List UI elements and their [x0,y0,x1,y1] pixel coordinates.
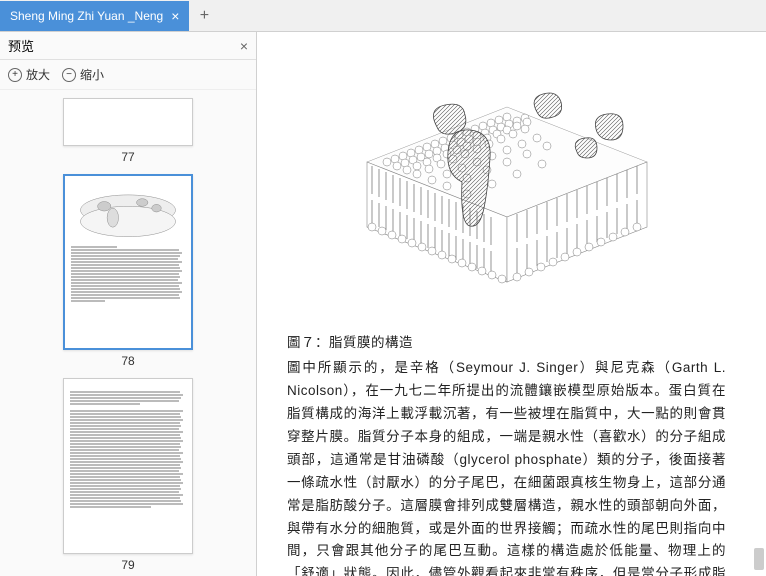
page-thumbnail-78[interactable] [63,174,193,350]
thumbnail-item[interactable]: 78 [0,174,256,368]
zoom-out-icon: − [62,68,76,82]
zoom-in-button[interactable]: + 放大 [8,66,50,83]
figure-title: 圖７：脂質膜的構造 [287,332,726,355]
page-78: 圖７：脂質膜的構造 圖中所顯示的，是辛格（Seymour J. Singer）與… [257,32,766,576]
page-thumbnail-79[interactable] [63,378,193,554]
sidebar-header: 预览 × [0,32,256,60]
thumbnail-list[interactable]: 77 [0,90,256,576]
thumbnail-item[interactable]: 79 [0,378,256,572]
sidebar-title: 预览 [8,36,34,55]
figure-caption-body: 圖中所顯示的，是辛格（Seymour J. Singer）與尼克森（Garth … [287,357,726,576]
tab-title: Sheng Ming Zhi Yuan _Neng [10,9,163,23]
close-tab-icon[interactable]: × [171,8,179,24]
figure-caption: 圖７：脂質膜的構造 圖中所顯示的，是辛格（Seymour J. Singer）與… [287,332,726,576]
thumbnail-item[interactable]: 77 [0,98,256,164]
new-tab-button[interactable]: + [189,1,219,31]
membrane-figure-thumb-icon [71,182,185,242]
thumb-text-preview [71,246,185,302]
zoom-in-icon: + [8,68,22,82]
thumb-text-preview [70,385,186,508]
page-number-label: 78 [121,354,134,368]
zoom-out-button[interactable]: − 缩小 [62,66,104,83]
zoom-controls: + 放大 − 缩小 [0,60,256,90]
scrollbar-thumb[interactable] [754,548,764,570]
page-thumbnail-77[interactable] [63,98,193,146]
zoom-in-label: 放大 [26,66,50,83]
document-tab[interactable]: Sheng Ming Zhi Yuan _Neng × [0,1,189,31]
page-number-label: 77 [121,150,134,164]
lipid-membrane-figure-icon [337,52,677,312]
preview-sidebar: 预览 × + 放大 − 缩小 77 [0,32,257,576]
zoom-out-label: 缩小 [80,66,104,83]
main-document-view[interactable]: 圖７：脂質膜的構造 圖中所顯示的，是辛格（Seymour J. Singer）與… [257,32,766,576]
workspace: 预览 × + 放大 − 缩小 77 [0,32,766,576]
page-number-label: 79 [121,558,134,572]
close-sidebar-icon[interactable]: × [240,38,248,54]
tab-bar: Sheng Ming Zhi Yuan _Neng × + [0,0,766,32]
